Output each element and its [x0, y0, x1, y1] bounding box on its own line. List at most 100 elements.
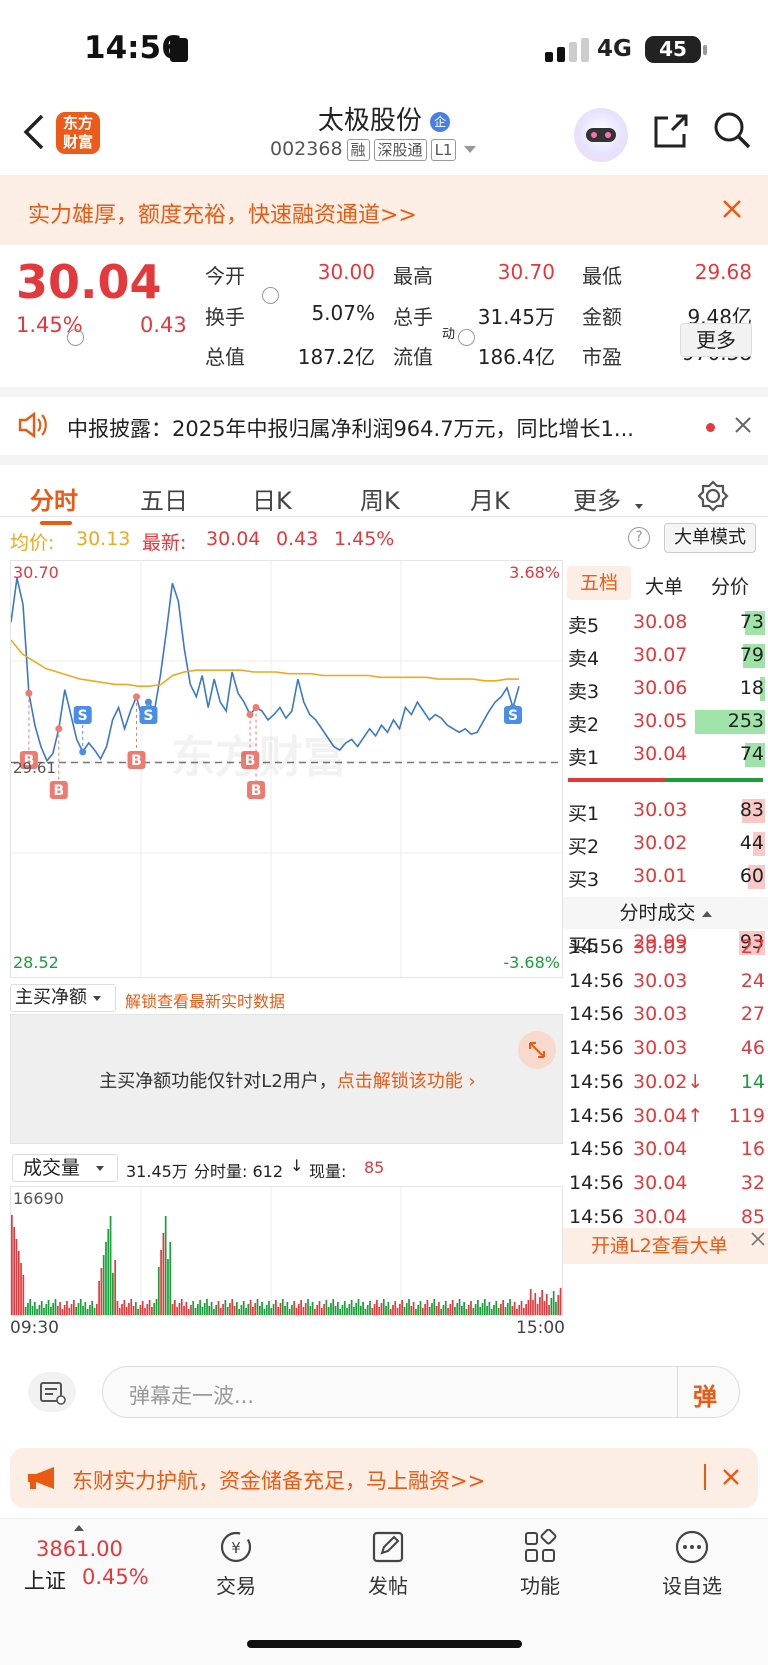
share-icon[interactable] [652, 112, 690, 150]
volume-bar [343, 1301, 346, 1315]
volume-bar [82, 1306, 84, 1315]
info-icon[interactable] [458, 329, 475, 346]
l2-promo[interactable]: 开通L2查看大单 [563, 1228, 768, 1264]
stock-code-row[interactable]: 002368 融深股通 L1 [270, 138, 477, 161]
expand-icon[interactable] [518, 1031, 556, 1069]
nav-features-label: 功能 [520, 1574, 560, 1598]
news-ticker[interactable]: 中报披露：2025年中报归属净利润964.7万元，同比增长1... [0, 387, 768, 455]
unread-dot [706, 423, 715, 432]
volume-bar [545, 1294, 548, 1315]
volume-bar [224, 1300, 227, 1315]
volume-select[interactable]: 成交量 [12, 1154, 118, 1182]
volume-bar [190, 1305, 192, 1315]
tick-volume: 24 [740, 969, 765, 992]
order-level-row[interactable]: 卖1 30.04 74 [563, 740, 768, 770]
close-icon[interactable] [751, 1232, 765, 1246]
order-level-row[interactable]: 卖4 30.07 79 [563, 641, 768, 671]
current-volume-label: 现量: [309, 1162, 347, 1181]
volume-bar [323, 1304, 325, 1315]
tag-connect: 深股通 [373, 138, 427, 161]
volume-bar [203, 1303, 206, 1315]
quote-field-label: 总值 [205, 345, 245, 369]
order-level-row[interactable]: 卖2 30.05 253 [563, 707, 768, 737]
order-level-row[interactable]: 买1 30.03 83 [563, 796, 768, 826]
danmu-send-button[interactable]: 弹 [693, 1377, 717, 1412]
gear-icon[interactable] [697, 480, 729, 512]
tab-weekly-k[interactable]: 周K [360, 481, 400, 516]
volume-bar [456, 1303, 459, 1315]
tab-five-day[interactable]: 五日 [140, 481, 188, 516]
level-price: 30.04 [633, 743, 688, 765]
tab-daily-k[interactable]: 日K [252, 481, 292, 516]
volume-bar [548, 1305, 550, 1315]
close-icon[interactable] [722, 199, 742, 219]
volume-bar [362, 1302, 364, 1315]
volume-bar [240, 1305, 243, 1315]
nav-post[interactable]: 发帖 [338, 1529, 438, 1599]
volume-bar [410, 1306, 413, 1315]
tick-time: 14:56 [569, 1205, 624, 1228]
promo-banner-top[interactable]: 实力雄厚，额度充裕，快速融资通道>> [0, 175, 768, 245]
chart-info-line: 均价: 30.13 最新: 30.04 0.43 1.45% ? 大单模式 [0, 518, 768, 560]
net-buy-select[interactable]: 主买净额 [10, 984, 116, 1012]
tab-monthly-k[interactable]: 月K [470, 481, 510, 516]
locked-notice: 主买净额功能仅针对L2用户，点击解锁该功能 › [11, 1067, 564, 1093]
intraday-chart[interactable]: BBSBSBBS 30.70 3.68% 29.61 28.52 -3.68% … [10, 560, 563, 978]
volume-bar [385, 1306, 387, 1315]
close-icon[interactable] [734, 416, 752, 434]
tab-intraday[interactable]: 分时 [30, 481, 78, 516]
close-icon[interactable] [722, 1468, 740, 1486]
info-icon[interactable] [262, 287, 279, 304]
tab-big-orders[interactable]: 大单 [645, 572, 683, 599]
nav-add-watchlist[interactable]: 设自选 [642, 1529, 742, 1599]
info-icon[interactable] [67, 329, 84, 346]
volume-bar [91, 1301, 94, 1315]
volume-bar [403, 1307, 406, 1315]
unlock-feature-link[interactable]: 点击解锁该功能 [337, 1071, 463, 1092]
volume-bar [460, 1306, 463, 1315]
danmu-input[interactable]: 弹幕走一波... 弹 [102, 1366, 740, 1418]
volume-bar [506, 1303, 509, 1315]
volume-bar [59, 1302, 61, 1315]
search-icon[interactable] [712, 110, 752, 150]
volume-bar [454, 1307, 456, 1315]
tick-row: 14:56 30.03 24 [563, 968, 768, 998]
quote-field-label: 最高 [393, 264, 433, 288]
nav-trade[interactable]: ¥ 交易 [186, 1529, 286, 1599]
level-volume: 253 [727, 710, 764, 732]
volume-bar [421, 1308, 424, 1315]
chevron-down-icon [464, 146, 477, 153]
tab-five-levels[interactable]: 五档 [567, 566, 631, 600]
volume-bar [490, 1309, 493, 1315]
index-widget[interactable]: 3861.00 上证 0.45% [18, 1521, 168, 1601]
help-icon[interactable]: ? [628, 527, 650, 549]
volume-chart[interactable]: 16690 [10, 1186, 563, 1316]
order-level-row[interactable]: 买2 30.02 44 [563, 829, 768, 859]
volume-bar [451, 1300, 454, 1315]
chevron-down-icon [92, 995, 101, 1001]
volume-bar [500, 1304, 502, 1315]
promo-banner-bottom[interactable]: 东财实力护航，资金储备充足，马上融资>> [10, 1448, 758, 1508]
big-order-mode-button[interactable]: 大单模式 [664, 523, 756, 553]
volume-bar [256, 1299, 259, 1315]
volume-bar [123, 1300, 126, 1315]
ticks-header[interactable]: 分时成交 [563, 897, 768, 929]
robot-avatar-icon[interactable] [574, 108, 628, 162]
nav-features[interactable]: 功能 [490, 1528, 590, 1599]
volume-bar [504, 1307, 507, 1315]
tab-more[interactable]: 更多 [573, 481, 621, 516]
level-label: 买3 [568, 869, 600, 891]
unlock-link[interactable]: 解锁查看最新实时数据 [125, 988, 285, 1012]
volume-bar [470, 1301, 472, 1315]
volume-bar [22, 1275, 25, 1315]
order-level-row[interactable]: 卖5 30.08 73 [563, 608, 768, 638]
tick-time: 14:56 [569, 1003, 624, 1026]
tab-price-levels[interactable]: 分价 [711, 572, 749, 599]
order-level-row[interactable]: 卖3 30.06 18 [563, 674, 768, 704]
watermark: 东方财富 [171, 732, 347, 783]
order-level-row[interactable]: 买3 30.01 60 [563, 862, 768, 892]
danmu-toggle-icon[interactable] [28, 1372, 76, 1412]
clock: 14:56 [84, 30, 183, 66]
more-button[interactable]: 更多 [680, 323, 752, 357]
volume-bar [431, 1303, 433, 1315]
